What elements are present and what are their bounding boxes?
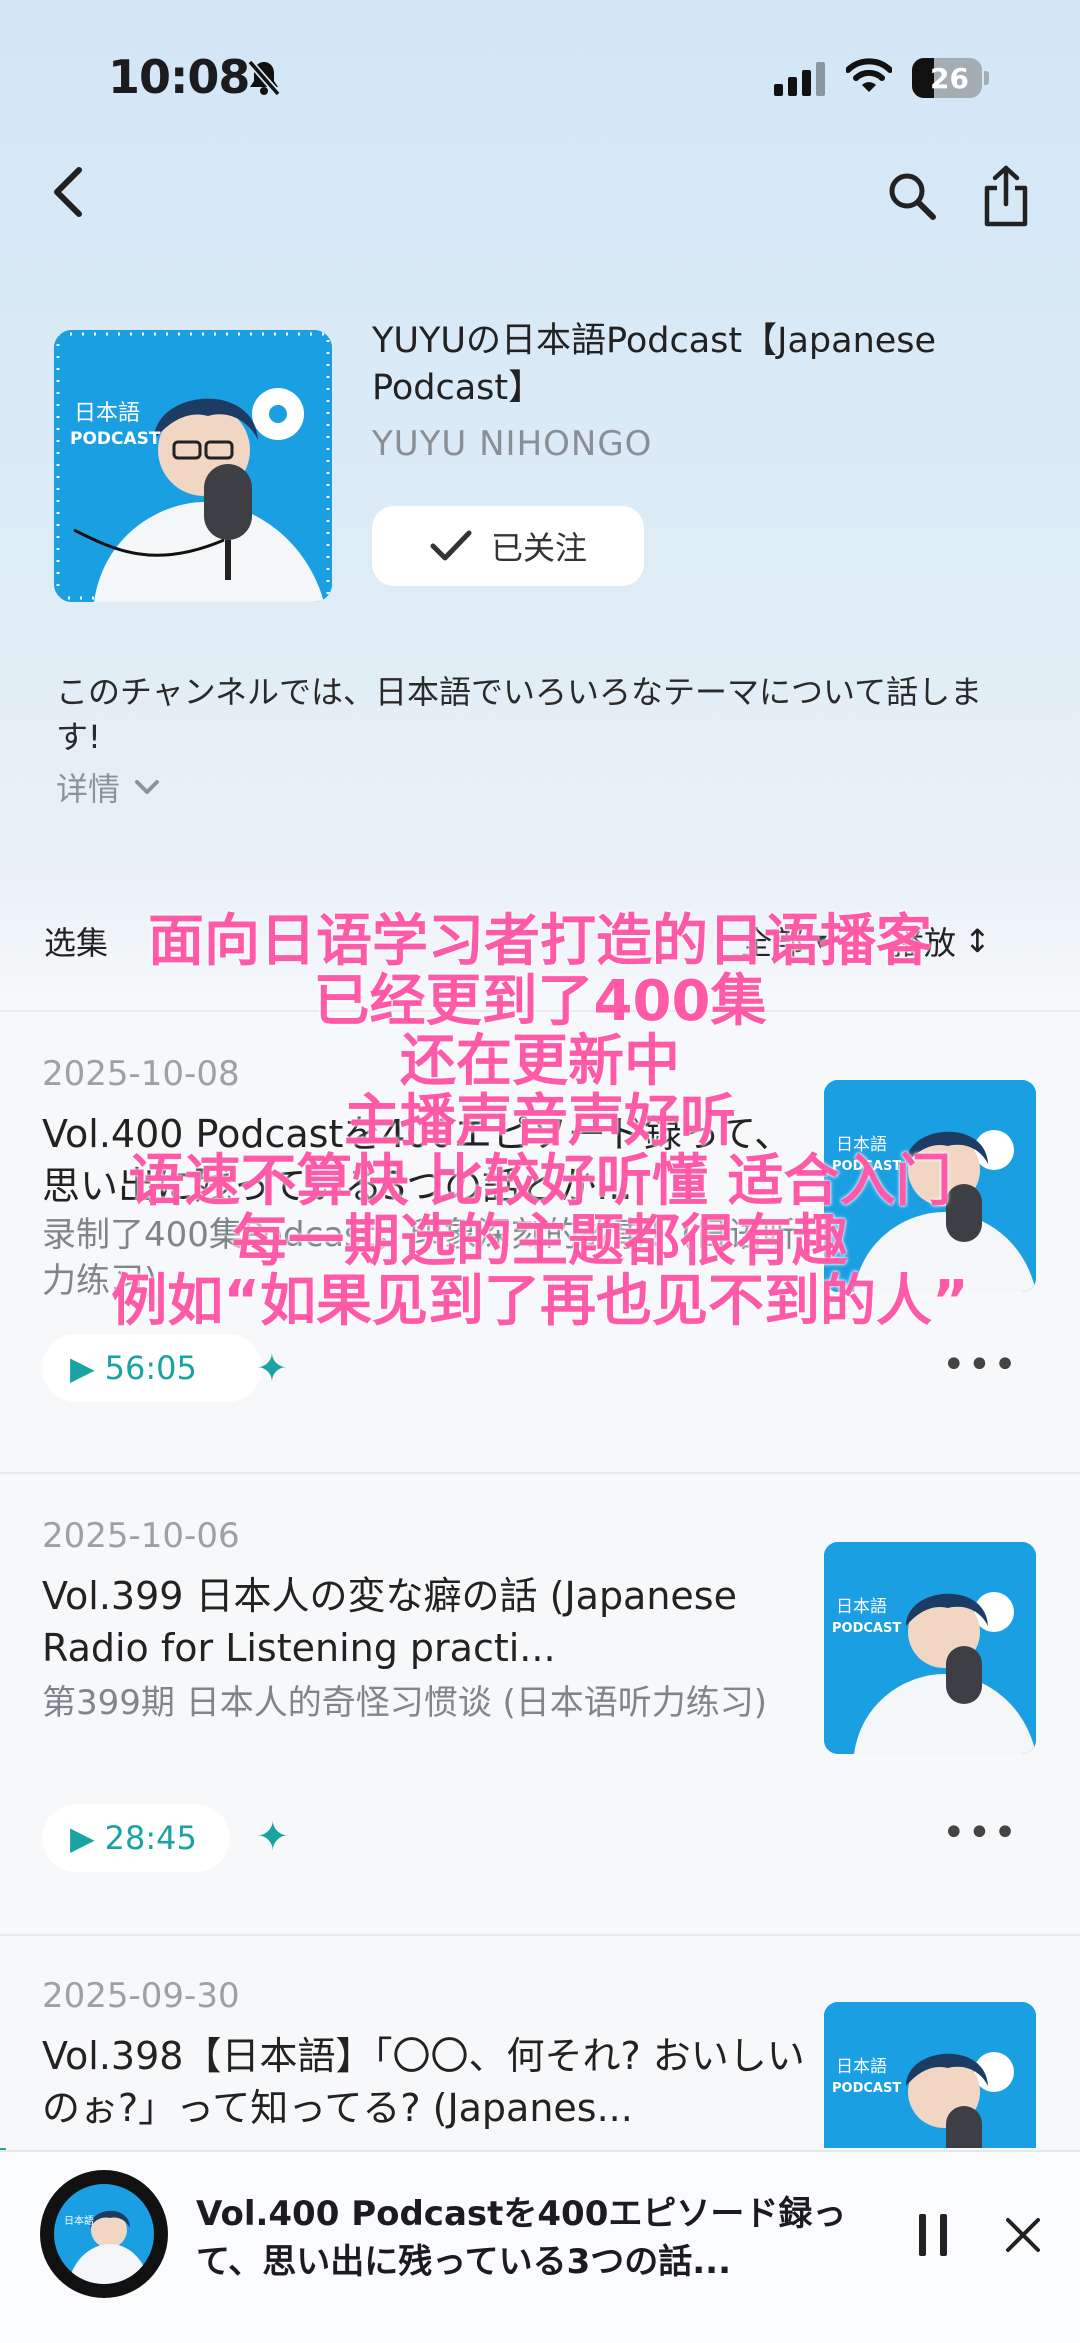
more-options-button[interactable]: ••• [942,1810,1019,1856]
now-playing-title[interactable]: Vol.400 Podcastを400エピソード録って、思い出に残っている3つの… [196,2190,876,2286]
episode-duration: 56:05 [104,1349,197,1387]
search-icon [889,173,936,220]
episode-list-item[interactable]: 2025-10-06 Vol.399 日本人の変な癖の話 (Japanese R… [0,1474,1080,1934]
episode-title: Vol.399 日本人の変な癖の話 (Japanese Radio for Li… [42,1574,737,1670]
status-bar: 10:08 26 [0,0,1080,150]
pause-icon [919,2214,947,2256]
svg-text:PODCAST: PODCAST [832,2081,901,2096]
wifi-icon [846,58,892,92]
chevron-left-icon [54,167,82,217]
bell-muted-icon [247,59,281,97]
more-options-button[interactable]: ••• [942,1342,1019,1388]
artwork-illustration: 日本語 [64,2210,150,2284]
episode-list-item[interactable]: 2025-09-30 Vol.398【日本語】「〇〇、何それ? おいしいのぉ?」… [0,1936,1080,2148]
battery-icon: 26 [912,58,982,98]
ai-sparkle-icon[interactable]: ✦ [256,1346,288,1390]
pause-button[interactable] [904,2206,962,2264]
episode-date: 2025-10-06 [42,1516,240,1556]
cover-illustration: 日本語 PODCAST [54,330,332,602]
episode-subtitle: 第399期 日本人的奇怪习惯谈 (日本语听力练习) [42,1683,768,1723]
overlay-line: 还在更新中 [400,1029,680,1094]
podcast-cover-image: 日本語 PODCAST [54,330,332,602]
episode-date: 2025-09-30 [42,1976,240,2016]
overlay-line: 已经更到了400集 [313,969,767,1034]
podcast-title: YUYUの日本語Podcast【Japanese Podcast】 [372,321,937,408]
overlay-line: 语速不算快 比较好听懂 适合入门 [128,1149,952,1214]
search-button[interactable] [880,164,944,228]
share-button[interactable] [970,160,1042,232]
checkmark-icon [430,530,472,561]
svg-text:日本語: 日本語 [836,2057,887,2077]
close-player-button[interactable] [994,2206,1052,2264]
episode-thumbnail: 日本語 PODCAST [824,1542,1036,1754]
details-toggle[interactable]: 详情 [56,764,160,810]
play-icon: ▶ [70,1349,95,1387]
svg-text:日本語: 日本語 [74,401,140,426]
battery-tip [984,71,989,85]
chevron-down-icon [135,780,160,794]
svg-text:PODCAST: PODCAST [70,429,161,449]
overlay-line: 主播声音声好听 [344,1089,736,1154]
episode-title: Vol.398【日本語】「〇〇、何それ? おいしいのぉ?」って知ってる? (Ja… [42,2034,805,2130]
close-icon [1006,2218,1040,2252]
overlay-caption: 面向日语学习者打造的日语播客 已经更到了400集 还在更新中 主播声音声好听 语… [0,912,1080,1332]
thumb-illustration: 日本語 PODCAST [824,1542,1036,1754]
play-episode-button[interactable]: ▶ 28:45 [42,1804,230,1872]
back-button[interactable] [36,160,100,224]
podcast-author[interactable]: YUYU NIHONGO [372,424,652,464]
status-time: 10:08 [108,50,250,104]
overlay-line: 例如“如果见到了再也见不到的人” [111,1269,969,1334]
svg-text:PODCAST: PODCAST [832,1621,901,1636]
battery-level: 26 [930,62,969,95]
share-icon [984,165,1028,227]
ai-sparkle-icon[interactable]: ✦ [256,1814,290,1860]
svg-text:日本語: 日本語 [836,1597,887,1617]
play-episode-button[interactable]: ▶ 56:05 [42,1334,262,1402]
episode-thumbnail: 日本語 PODCAST [824,2002,1036,2148]
svg-text:日本語: 日本語 [64,2214,94,2227]
episode-duration: 28:45 [104,1819,197,1857]
details-label: 详情 [56,770,121,808]
overlay-line: 每一期选的主题都很有趣 [232,1209,848,1274]
cellular-signal-icon [774,62,825,96]
play-icon: ▶ [70,1819,95,1857]
thumb-illustration: 日本語 PODCAST [824,2002,1036,2148]
podcast-description: このチャンネルでは、日本語でいろいろなテーマについて話します! [56,673,983,756]
follow-button[interactable]: 已关注 [372,506,644,586]
follow-label: 已关注 [490,529,587,567]
now-playing-artwork: 日本語 [40,2170,168,2298]
overlay-line: 面向日语学习者打造的日语播客 [148,909,932,974]
